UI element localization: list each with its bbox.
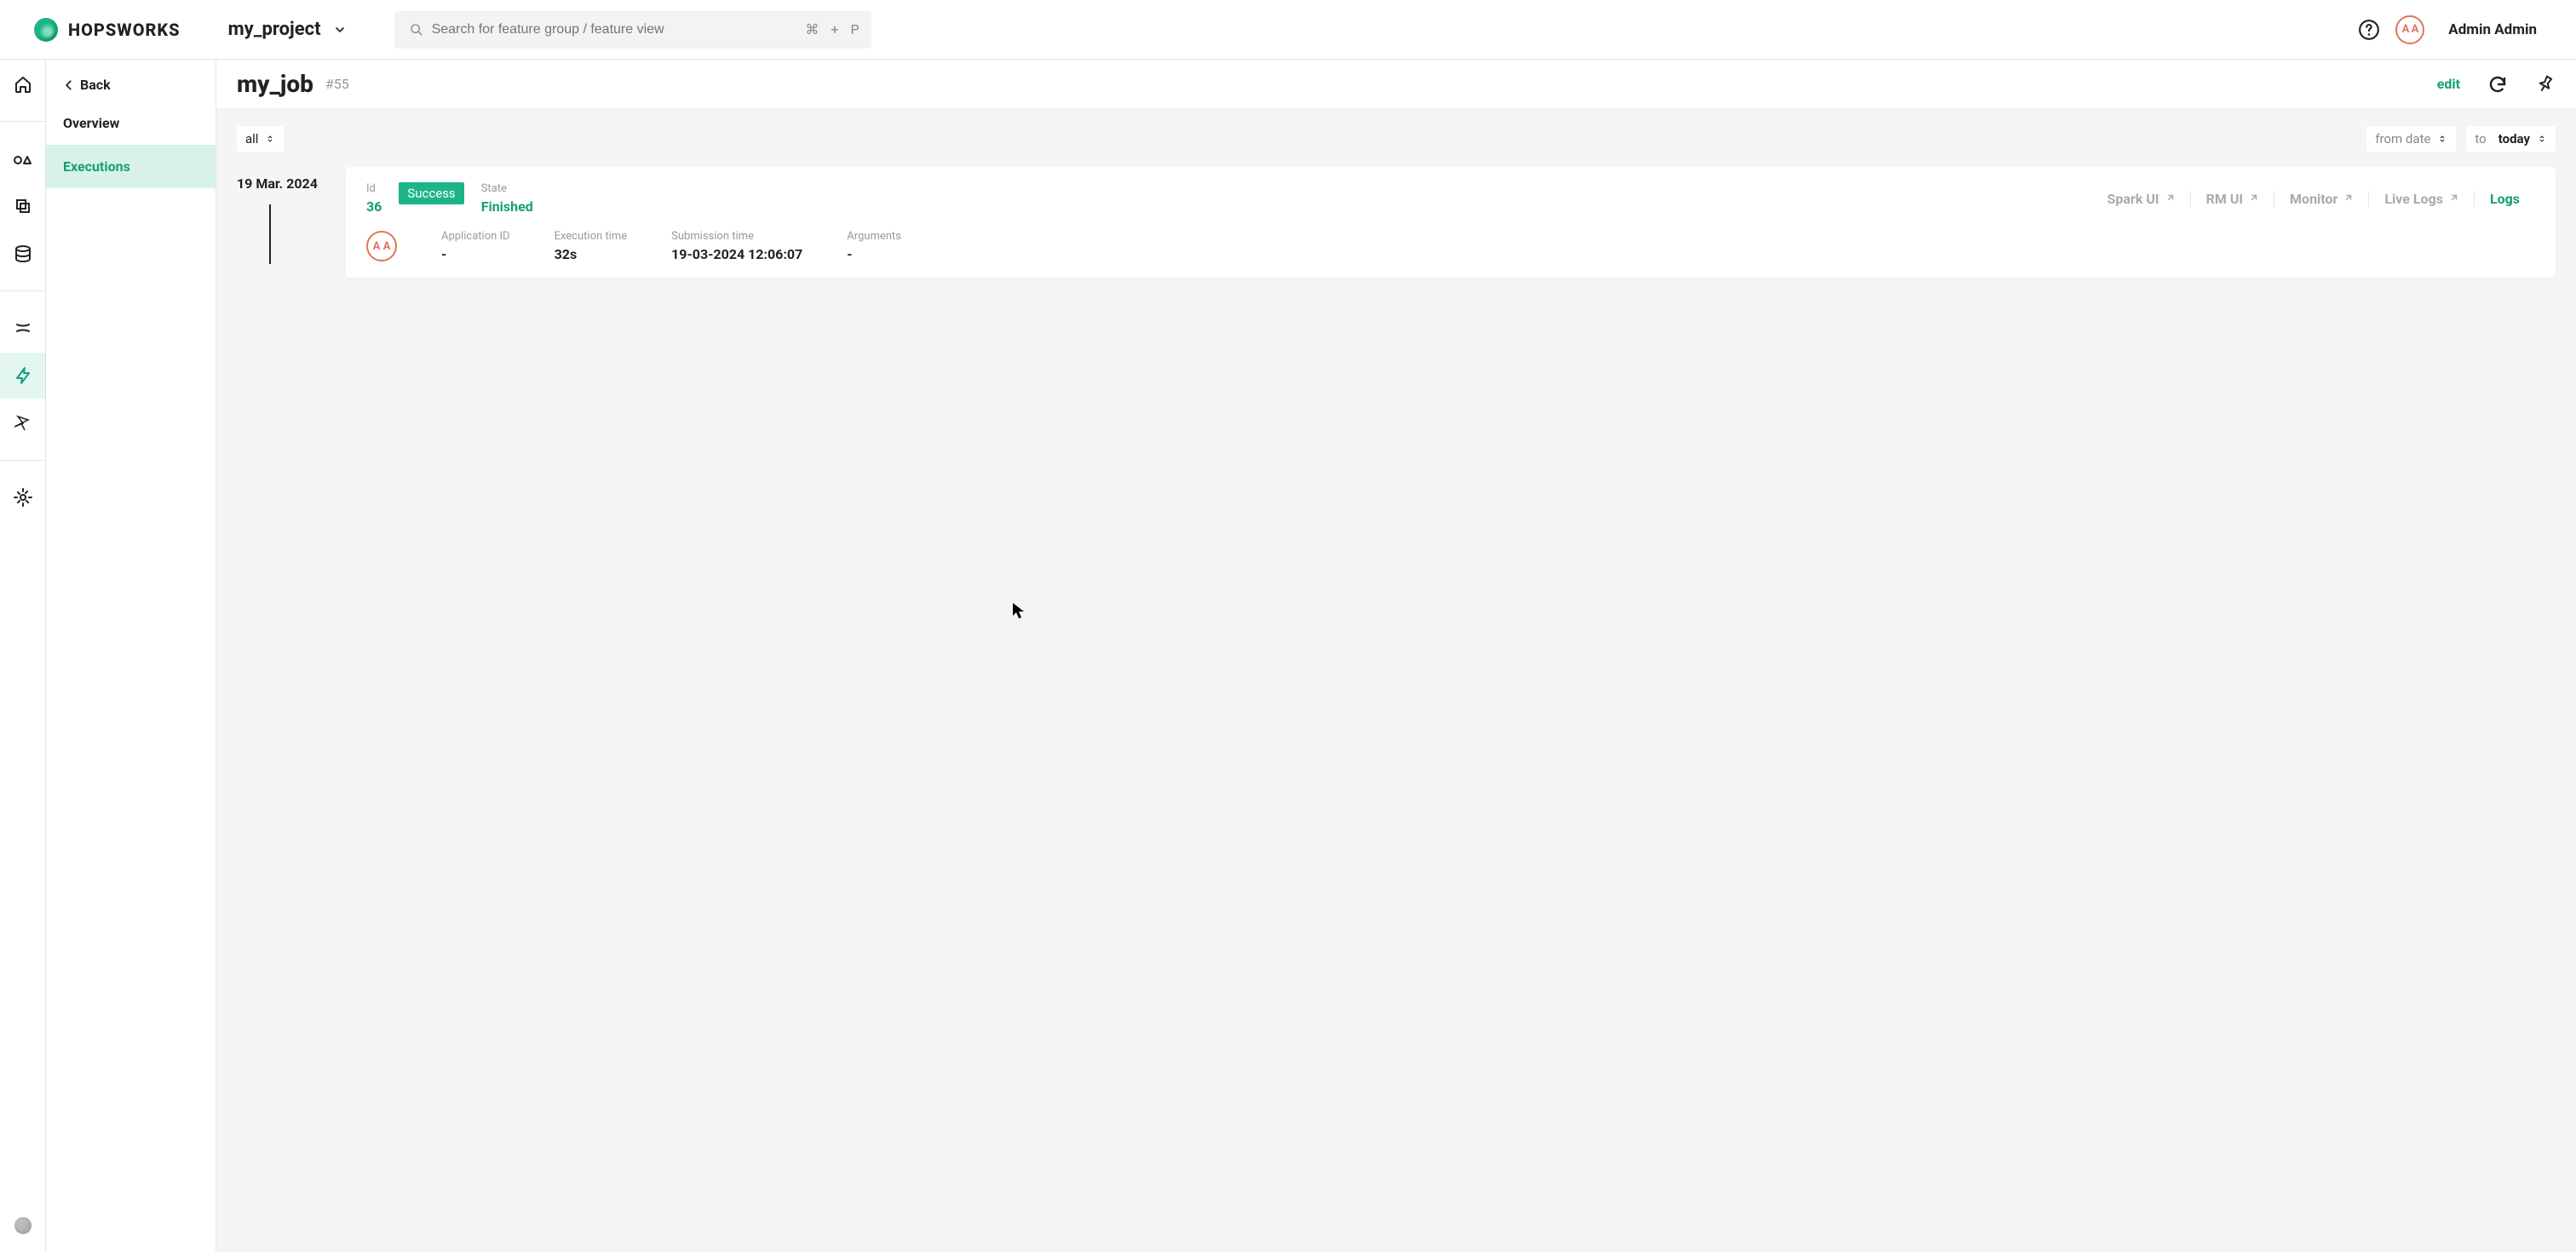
sidebar-item-overview[interactable]: Overview	[46, 101, 216, 145]
logs-link[interactable]: Logs	[2474, 191, 2535, 207]
nav-rail	[0, 60, 46, 1252]
owner-avatar[interactable]: A A	[366, 231, 397, 261]
project-name: my_project	[228, 19, 321, 40]
owner-avatar-initials: A A	[373, 240, 391, 253]
app-id-value: -	[441, 246, 510, 262]
edit-button[interactable]: edit	[2437, 76, 2460, 92]
status-filter[interactable]: all	[237, 126, 284, 152]
from-date-filter[interactable]: from date	[2366, 126, 2456, 152]
search-icon	[410, 23, 423, 37]
sidebar-item-executions[interactable]: Executions	[46, 145, 216, 188]
id-value[interactable]: 36	[366, 198, 382, 215]
project-selector[interactable]: my_project	[228, 19, 347, 40]
brand-logo-icon	[34, 18, 58, 42]
nav-shapes-icon[interactable]	[12, 147, 34, 169]
back-label: Back	[80, 77, 111, 93]
filters-row: all from date to today	[216, 109, 2576, 152]
state-value: Finished	[481, 198, 533, 215]
date-rail: 19 Mar. 2024	[237, 167, 331, 192]
rm-ui-label: RM UI	[2206, 191, 2243, 207]
to-date-filter[interactable]: to today	[2466, 126, 2556, 152]
to-date-prefix: to	[2475, 131, 2486, 146]
nav-pinwheel-icon[interactable]	[12, 412, 34, 434]
monitor-link[interactable]: Monitor	[2274, 191, 2368, 207]
pin-icon[interactable]	[2535, 74, 2556, 95]
kbd-plus: +	[831, 21, 838, 37]
external-link-icon	[2343, 193, 2353, 204]
external-link-icon	[2165, 193, 2175, 204]
page-header: my_job #55 edit	[216, 60, 2576, 109]
sort-icon	[2437, 134, 2447, 144]
nav-copy-icon[interactable]	[12, 195, 34, 217]
search-box[interactable]: ⌘ + P	[394, 11, 871, 49]
nav-home-icon[interactable]	[12, 73, 34, 95]
monitor-label: Monitor	[2290, 191, 2337, 207]
id-label: Id	[366, 182, 382, 195]
refresh-icon[interactable]	[2487, 74, 2508, 95]
kbd-key: P	[850, 21, 859, 37]
external-link-icon	[2248, 193, 2258, 204]
exec-time-label: Execution time	[555, 230, 628, 243]
nav-settings-icon[interactable]	[12, 486, 34, 508]
sidebar: Back Overview Executions	[46, 60, 216, 1252]
timeline-tick-icon	[269, 204, 271, 264]
help-icon[interactable]	[2358, 19, 2380, 41]
spark-ui-link[interactable]: Spark UI	[2092, 191, 2190, 207]
submission-time-label: Submission time	[671, 230, 802, 243]
logs-label: Logs	[2490, 191, 2520, 207]
nav-jobs-icon[interactable]	[12, 365, 34, 387]
brand-name: HOPSWORKS	[68, 20, 181, 40]
sidebar-overview-label: Overview	[63, 115, 119, 131]
back-button[interactable]: Back	[46, 60, 216, 101]
topbar: HOPSWORKS my_project ⌘ + P A A Admin Adm…	[0, 0, 2576, 60]
brand[interactable]: HOPSWORKS	[34, 18, 181, 42]
app-id-label: Application ID	[441, 230, 510, 243]
external-link-icon	[2448, 193, 2458, 204]
live-logs-label: Live Logs	[2384, 191, 2443, 207]
arguments-value: -	[847, 246, 901, 262]
sort-icon	[265, 134, 275, 144]
execution-card[interactable]: Id 36 Success State Finished Spark UI	[346, 167, 2556, 278]
status-filter-value: all	[245, 131, 258, 146]
arguments-label: Arguments	[847, 230, 901, 243]
exec-time-value: 32s	[555, 246, 628, 262]
submission-time-value: 19-03-2024 12:06:07	[671, 246, 802, 262]
kbd-cmd-icon: ⌘	[805, 21, 819, 37]
job-title: my_job	[237, 70, 313, 98]
topbar-right: A A Admin Admin	[2358, 15, 2542, 44]
user-avatar[interactable]: A A	[2395, 15, 2424, 44]
search-input[interactable]	[432, 22, 856, 37]
rm-ui-link[interactable]: RM UI	[2190, 191, 2274, 207]
live-logs-link[interactable]: Live Logs	[2368, 191, 2474, 207]
to-date-value: today	[2498, 131, 2530, 146]
arrow-left-icon	[63, 79, 75, 91]
user-avatar-initials: A A	[2402, 23, 2418, 36]
spark-ui-label: Spark UI	[2107, 191, 2159, 207]
execution-date: 19 Mar. 2024	[237, 175, 331, 192]
nav-storage-icon[interactable]	[12, 243, 34, 265]
user-name: Admin Admin	[2448, 21, 2537, 38]
job-number: #55	[325, 76, 349, 92]
sidebar-executions-label: Executions	[63, 158, 130, 175]
status-badge: Success	[399, 182, 463, 204]
from-date-label: from date	[2375, 131, 2430, 146]
state-label: State	[481, 182, 533, 195]
chevron-down-icon	[333, 23, 347, 37]
search-shortcut-hint: ⌘ + P	[805, 21, 859, 37]
nav-jupyter-icon[interactable]	[12, 317, 34, 339]
main-panel: my_job #55 edit all from date to today	[216, 60, 2576, 1252]
execution-links: Spark UI RM UI Monitor Live Logs	[2092, 191, 2535, 207]
sort-icon	[2537, 134, 2547, 144]
nav-footer-logo-icon[interactable]	[12, 1215, 34, 1237]
